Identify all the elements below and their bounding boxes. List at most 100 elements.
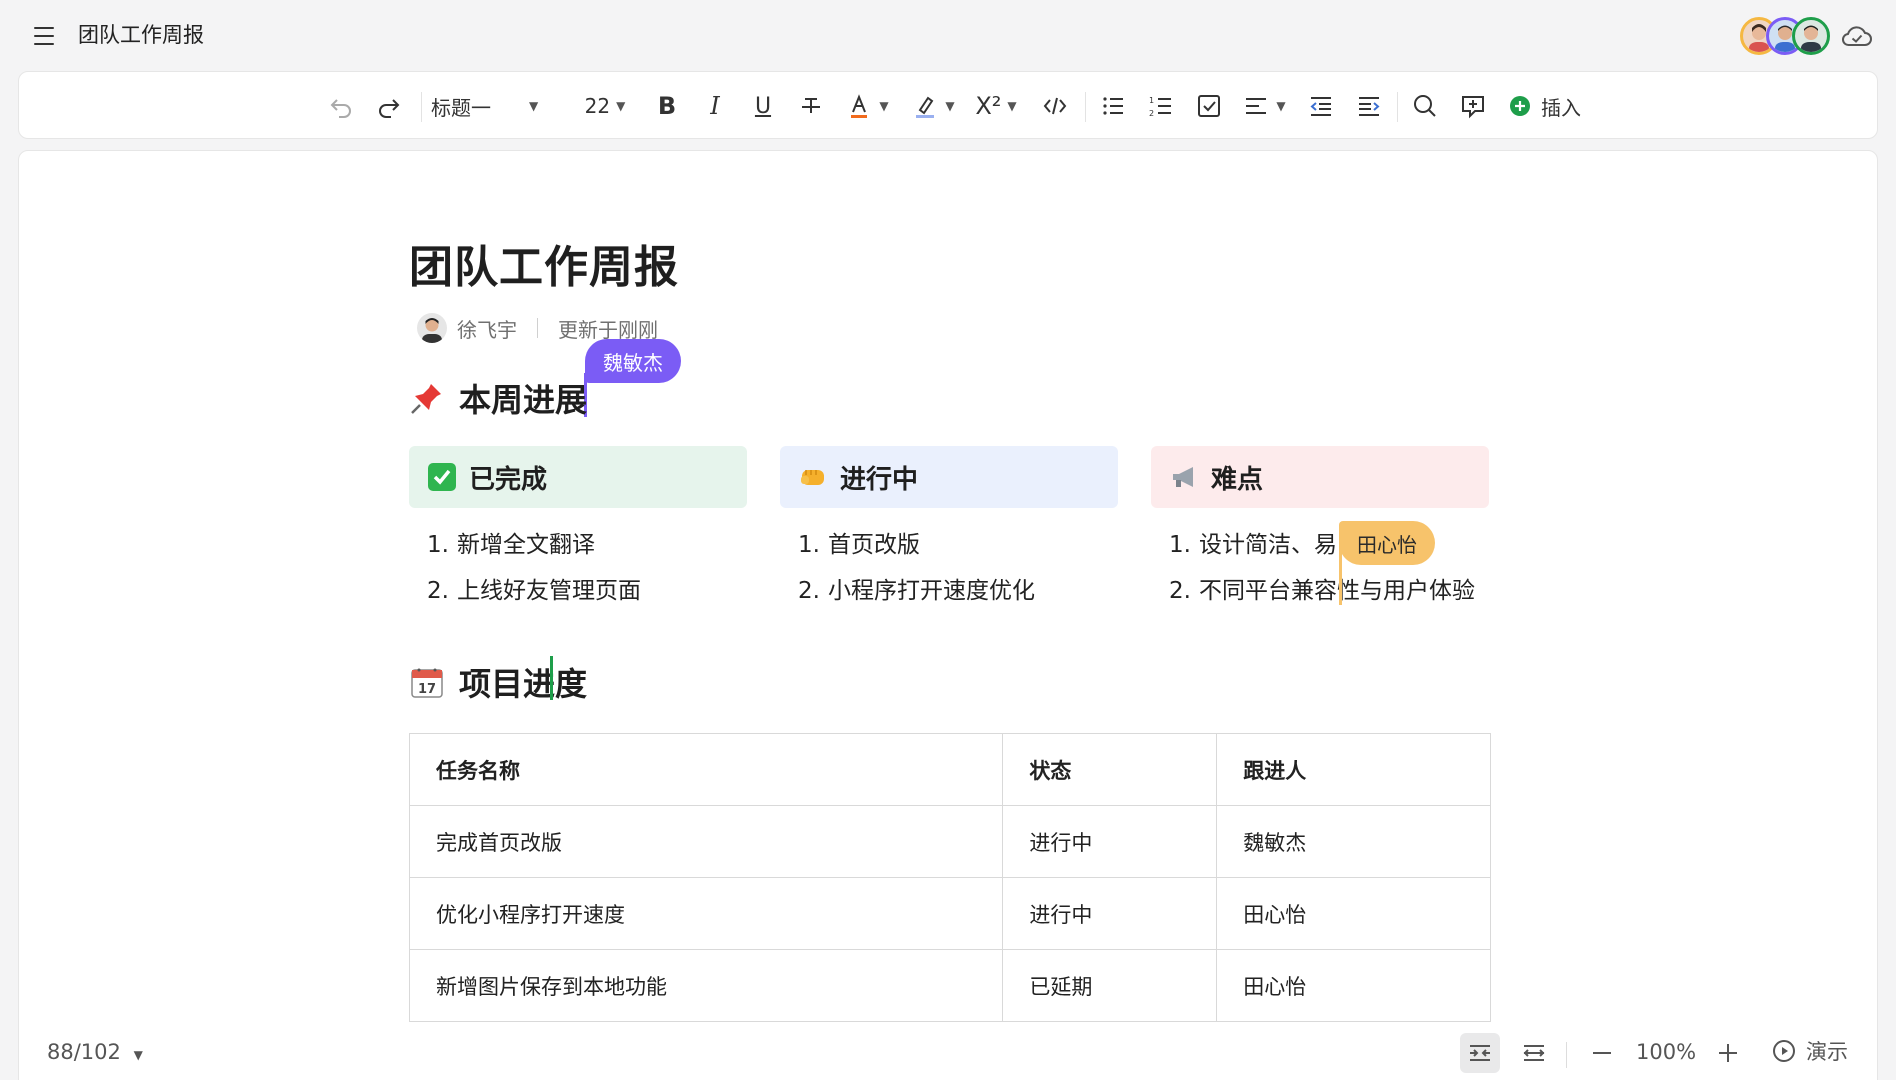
collaborator-cursor [550, 656, 553, 700]
code-icon[interactable] [1035, 86, 1075, 126]
numbered-list-icon[interactable]: 12 [1141, 86, 1181, 126]
list-item[interactable]: 2. 不同平台兼容性与用户体验 [1151, 568, 1489, 614]
column-difficulties: 难点 1. 设计简洁、易 2. 不同平台兼容性与用户体验 [1151, 446, 1489, 614]
section-heading-schedule[interactable]: 17 项目进度 [409, 659, 587, 705]
collaborator-cursor-label: 魏敏杰 [585, 339, 681, 383]
author-avatar[interactable] [417, 313, 447, 343]
narrow-width-icon[interactable] [1460, 1033, 1500, 1073]
document-sheet[interactable]: 团队工作周报 徐飞宇 更新于刚刚 魏敏杰 本周进展 已完成 1. 新增全文翻译 2… [18, 150, 1878, 1080]
collaborator-cursor-label: 田心怡 [1339, 521, 1435, 565]
zoom-in-icon[interactable] [1708, 1033, 1748, 1073]
table-cell[interactable]: 田心怡 [1216, 949, 1491, 1022]
list-item-text: 新增全文翻译 [457, 532, 595, 558]
table-header-cell[interactable]: 状态 [1002, 733, 1218, 806]
strikethrough-icon[interactable] [791, 86, 831, 126]
page-title[interactable]: 团队工作周报 [409, 231, 679, 295]
italic-button[interactable]: I [695, 86, 735, 126]
chevron-down-icon: ▼ [1007, 99, 1017, 113]
table-row: 优化小程序打开速度 进行中 田心怡 [408, 877, 1491, 950]
section-title: 项目进度 [459, 665, 588, 703]
superscript-label: X² [975, 92, 1002, 120]
undo-icon[interactable] [321, 86, 361, 126]
megaphone-icon [1169, 462, 1199, 492]
fist-icon [798, 462, 828, 492]
column-title: 难点 [1211, 464, 1264, 495]
superscript-button[interactable]: X² ▼ [971, 86, 1021, 126]
section-title: 本周进展 [459, 381, 588, 419]
list-item-text: 上线好友管理页面 [457, 578, 641, 604]
zoom-out-icon[interactable] [1582, 1033, 1622, 1073]
pin-icon [409, 380, 445, 416]
table-cell[interactable]: 新增图片保存到本地功能 [408, 949, 1004, 1022]
menu-icon[interactable] [30, 22, 60, 50]
column-in-progress: 进行中 1. 首页改版 2. 小程序打开速度优化 [780, 446, 1118, 614]
table-cell[interactable]: 田心怡 [1216, 877, 1491, 950]
list-item[interactable]: 1. 首页改版 [780, 522, 1118, 568]
redo-icon[interactable] [369, 86, 409, 126]
align-button[interactable]: ▼ [1237, 86, 1291, 126]
column-title: 已完成 [469, 464, 548, 495]
column-header[interactable]: 难点 [1151, 446, 1489, 508]
list-item-text: 首页改版 [828, 532, 920, 558]
svg-text:1: 1 [1149, 96, 1154, 105]
play-icon [1773, 1040, 1795, 1062]
table-cell[interactable]: 已延期 [1002, 949, 1218, 1022]
present-button[interactable]: 演示 [1772, 1036, 1848, 1066]
list-item-text: 不同平台兼容性与用户体验 [1199, 578, 1475, 604]
avatar[interactable] [1792, 17, 1830, 55]
column-done: 已完成 1. 新增全文翻译 2. 上线好友管理页面 [409, 446, 747, 614]
author-name[interactable]: 徐飞宇 [457, 314, 517, 343]
add-comment-icon[interactable] [1453, 86, 1493, 126]
column-title: 进行中 [840, 464, 919, 495]
table-header-cell[interactable]: 跟进人 [1216, 733, 1491, 806]
chevron-down-icon: ▼ [133, 1048, 143, 1062]
calendar-icon: 17 [409, 664, 445, 700]
list-item[interactable]: 1. 新增全文翻译 [409, 522, 747, 568]
indent-icon[interactable] [1349, 86, 1389, 126]
present-label: 演示 [1806, 1040, 1848, 1064]
column-header[interactable]: 进行中 [780, 446, 1118, 508]
top-bar: 团队工作周报 [0, 0, 1896, 70]
heading-style-select[interactable]: 标题一 ▼ [431, 86, 561, 126]
list-item[interactable]: 2. 上线好友管理页面 [409, 568, 747, 614]
font-size-label: 22 [584, 94, 611, 118]
list-item[interactable]: 1. 设计简洁、易 [1151, 522, 1489, 568]
table-cell[interactable]: 进行中 [1002, 805, 1218, 878]
list-item[interactable]: 2. 小程序打开速度优化 [780, 568, 1118, 614]
chevron-down-icon: ▼ [879, 99, 889, 113]
full-width-icon[interactable] [1514, 1033, 1554, 1073]
column-header[interactable]: 已完成 [409, 446, 747, 508]
doc-title: 团队工作周报 [78, 23, 204, 47]
search-icon[interactable] [1405, 86, 1445, 126]
collaborator-avatars[interactable] [1740, 17, 1840, 55]
list-item-text: 小程序打开速度优化 [828, 578, 1035, 604]
font-size-select[interactable]: 22 ▼ [575, 86, 635, 126]
heading-style-label: 标题一 [431, 95, 491, 120]
table-cell[interactable]: 进行中 [1002, 877, 1218, 950]
table-row: 新增图片保存到本地功能 已延期 田心怡 [408, 949, 1491, 1022]
bullet-list-icon[interactable] [1093, 86, 1133, 126]
table-cell[interactable]: 魏敏杰 [1216, 805, 1491, 878]
font-color-button[interactable]: ▼ [839, 86, 895, 126]
outdent-icon[interactable] [1301, 86, 1341, 126]
section-heading-progress[interactable]: 本周进展 [409, 375, 587, 421]
insert-button[interactable]: 插入 [1509, 86, 1599, 126]
highlight-button[interactable]: ▼ [905, 86, 961, 126]
table-cell[interactable]: 优化小程序打开速度 [408, 877, 1004, 950]
plus-circle-icon [1510, 96, 1530, 116]
zoom-level[interactable]: 100% [1636, 1040, 1696, 1064]
list-item-text: 设计简洁、易 [1199, 532, 1337, 558]
task-list-icon[interactable] [1189, 86, 1229, 126]
table-header-cell[interactable]: 任务名称 [408, 733, 1004, 806]
cloud-saved-icon[interactable] [1840, 22, 1874, 50]
divider [537, 318, 538, 338]
word-count[interactable]: 88/102 ▼ [47, 1040, 143, 1064]
chevron-down-icon: ▼ [945, 99, 955, 113]
table-cell[interactable]: 完成首页改版 [408, 805, 1004, 878]
underline-button[interactable]: U [743, 86, 783, 126]
word-count-value: 88/102 [47, 1040, 121, 1064]
chevron-down-icon: ▼ [1276, 99, 1286, 113]
svg-text:17: 17 [418, 682, 436, 697]
collaborator-cursor [1339, 531, 1342, 605]
bold-button[interactable]: B [647, 86, 687, 126]
